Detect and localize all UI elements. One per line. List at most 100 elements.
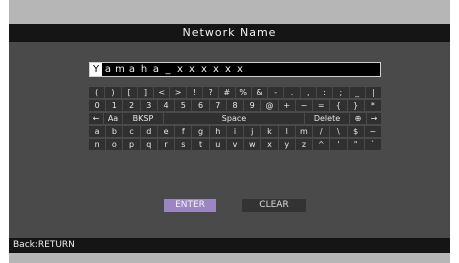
key[interactable]: ~ bbox=[364, 126, 381, 137]
keyboard-row-lower-a-m: a b c d e f g h i j k l m / \ $ ~ bbox=[89, 126, 381, 137]
name-char: Y bbox=[90, 63, 102, 76]
key[interactable]: { bbox=[330, 100, 347, 111]
key[interactable]: @ bbox=[261, 100, 278, 111]
key[interactable]: " bbox=[347, 139, 364, 150]
key[interactable]: o bbox=[106, 139, 123, 150]
footer-hint: Back:RETURN bbox=[9, 238, 450, 253]
screen: Network Name Y a m a h a _ x x x x x x (… bbox=[9, 0, 450, 263]
key[interactable]: j bbox=[244, 126, 261, 137]
name-field-empty-area bbox=[246, 63, 380, 76]
key[interactable]: t bbox=[192, 139, 209, 150]
on-screen-keyboard: ()[] < >!? #% & -.,:; _ | 0 1 2 3 4 5 6 7 8 9 @ + − ={} * ← A… bbox=[89, 87, 382, 152]
key[interactable]: > bbox=[170, 87, 186, 98]
key[interactable]: 4 bbox=[157, 100, 175, 111]
key[interactable]: $ bbox=[347, 126, 364, 137]
key[interactable]: 0 bbox=[89, 100, 106, 111]
space-key[interactable]: Space bbox=[164, 113, 304, 124]
key[interactable]: g bbox=[192, 126, 209, 137]
key[interactable]: h bbox=[209, 126, 226, 137]
globe-icon[interactable]: ⊕ bbox=[350, 113, 366, 124]
key[interactable]: s bbox=[175, 139, 192, 150]
key[interactable]: 5 bbox=[175, 100, 192, 111]
clear-button[interactable]: CLEAR bbox=[242, 199, 306, 212]
key[interactable]: q bbox=[140, 139, 157, 150]
key[interactable]: r bbox=[157, 139, 175, 150]
key[interactable]: x bbox=[261, 139, 278, 150]
key[interactable]: n bbox=[89, 139, 106, 150]
key[interactable]: p bbox=[123, 139, 140, 150]
key[interactable]: w bbox=[244, 139, 261, 150]
key[interactable]: ] bbox=[137, 87, 154, 98]
name-char: a bbox=[128, 64, 136, 75]
key[interactable]: | bbox=[365, 87, 382, 98]
key[interactable]: ^ bbox=[313, 139, 330, 150]
key[interactable]: 2 bbox=[123, 100, 140, 111]
key[interactable]: ` bbox=[364, 139, 381, 150]
key[interactable]: ? bbox=[202, 87, 219, 98]
key[interactable]: 9 bbox=[244, 100, 261, 111]
name-char: x bbox=[189, 64, 195, 75]
key[interactable]: 1 bbox=[106, 100, 123, 111]
key[interactable]: ) bbox=[105, 87, 121, 98]
key[interactable]: ; bbox=[333, 87, 349, 98]
name-char: x bbox=[201, 64, 207, 75]
key[interactable]: a bbox=[89, 126, 106, 137]
key[interactable]: 7 bbox=[209, 100, 226, 111]
key[interactable]: − bbox=[295, 100, 313, 111]
enter-button[interactable]: ENTER bbox=[164, 199, 216, 212]
key[interactable]: = bbox=[313, 100, 330, 111]
key[interactable]: [ bbox=[121, 87, 137, 98]
key[interactable]: } bbox=[347, 100, 364, 111]
key[interactable]: , bbox=[300, 87, 316, 98]
key[interactable]: v bbox=[226, 139, 244, 150]
name-char: x bbox=[225, 64, 231, 75]
key[interactable]: c bbox=[123, 126, 140, 137]
cursor-left-key[interactable]: ← bbox=[89, 113, 103, 124]
name-char: a bbox=[104, 64, 112, 75]
key[interactable]: f bbox=[175, 126, 192, 137]
key[interactable]: l bbox=[278, 126, 295, 137]
name-char: a bbox=[152, 64, 160, 75]
name-char: x bbox=[237, 64, 243, 75]
key[interactable]: ' bbox=[330, 139, 347, 150]
key[interactable]: . bbox=[284, 87, 300, 98]
page-title: Network Name bbox=[9, 24, 450, 42]
key[interactable]: i bbox=[226, 126, 244, 137]
key[interactable]: 8 bbox=[226, 100, 244, 111]
key[interactable]: : bbox=[316, 87, 333, 98]
key[interactable]: - bbox=[268, 87, 284, 98]
key[interactable]: 6 bbox=[192, 100, 209, 111]
key[interactable]: ! bbox=[186, 87, 202, 98]
key[interactable]: + bbox=[278, 100, 295, 111]
key[interactable]: u bbox=[209, 139, 226, 150]
key[interactable]: e bbox=[157, 126, 175, 137]
key[interactable]: < bbox=[154, 87, 170, 98]
key[interactable]: ( bbox=[89, 87, 105, 98]
backspace-key[interactable]: BKSP bbox=[123, 113, 163, 124]
key[interactable]: k bbox=[261, 126, 278, 137]
key[interactable]: 3 bbox=[140, 100, 157, 111]
key[interactable]: d bbox=[140, 126, 157, 137]
keyboard-row-digits: 0 1 2 3 4 5 6 7 8 9 @ + − ={} * bbox=[89, 100, 381, 111]
key[interactable]: z bbox=[295, 139, 313, 150]
keyboard-row-lower-n-z: n o p q r s t u v w x y z ^ ' " ` bbox=[89, 139, 381, 150]
key[interactable]: \ bbox=[330, 126, 347, 137]
key[interactable]: y bbox=[278, 139, 295, 150]
network-name-field[interactable]: Y a m a h a _ x x x x x x bbox=[89, 62, 381, 77]
key[interactable]: % bbox=[235, 87, 251, 98]
delete-key[interactable]: Delete bbox=[305, 113, 349, 124]
key[interactable]: / bbox=[313, 126, 330, 137]
cursor-right-key[interactable]: → bbox=[367, 113, 381, 124]
key[interactable]: & bbox=[251, 87, 268, 98]
key[interactable]: m bbox=[295, 126, 313, 137]
key[interactable]: b bbox=[106, 126, 123, 137]
keyboard-row-symbols: ()[] < >!? #% & -.,:; _ | bbox=[89, 87, 382, 98]
keyboard-panel: Y a m a h a _ x x x x x x ()[] < >!? #% & -.,… bbox=[9, 42, 450, 238]
key[interactable]: * bbox=[364, 100, 381, 111]
key[interactable]: # bbox=[219, 87, 235, 98]
key[interactable]: _ bbox=[349, 87, 365, 98]
case-toggle-key[interactable]: Aa bbox=[104, 113, 122, 124]
name-char: m bbox=[115, 64, 125, 75]
name-char: x bbox=[213, 64, 219, 75]
name-char: _ bbox=[165, 64, 171, 75]
